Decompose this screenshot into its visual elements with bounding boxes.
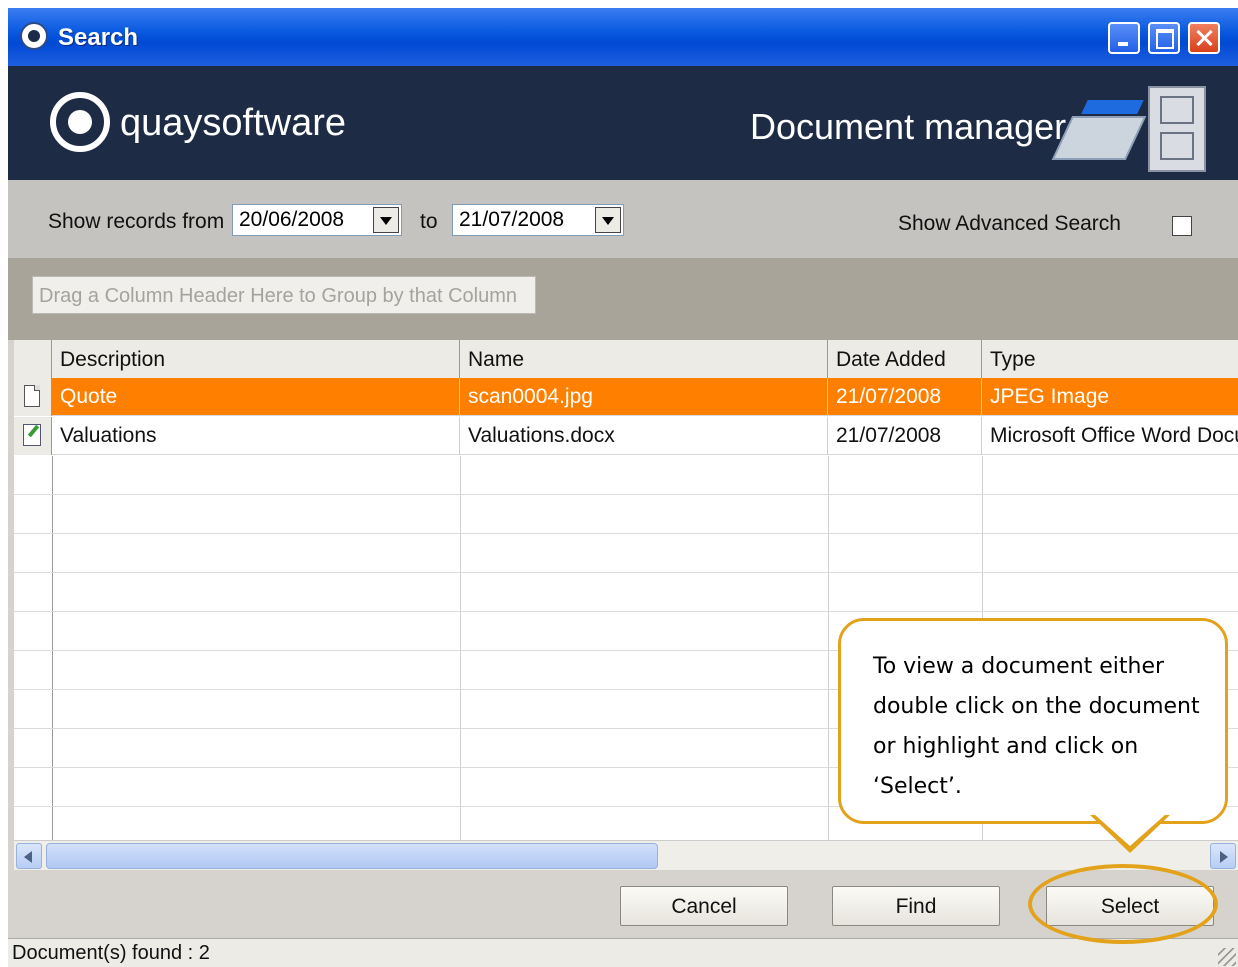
filter-bar: Show records from 20/06/2008 to 21/07/20… — [8, 180, 1238, 258]
instruction-callout: To view a document either double click o… — [838, 618, 1228, 824]
grid-line — [14, 572, 1238, 573]
column-header-label: Type — [990, 348, 1036, 371]
cell-text: JPEG Image — [990, 385, 1110, 408]
filing-cabinet-icon — [1148, 86, 1206, 172]
cell-text: scan0004.jpg — [468, 385, 593, 408]
from-date-picker[interactable]: 20/06/2008 — [232, 204, 402, 236]
cell-date-added[interactable]: 21/07/2008 — [828, 378, 982, 416]
cell-description[interactable]: Quote — [52, 378, 460, 416]
app-icon — [20, 22, 48, 50]
title-bar[interactable]: Search — [8, 8, 1238, 66]
resize-grip-icon[interactable] — [1218, 948, 1236, 966]
find-button-label: Find — [895, 895, 937, 918]
cell-type[interactable]: JPEG Image — [982, 378, 1238, 416]
grid-header: Description Name Date Added Type — [14, 340, 1238, 379]
cell-text: Valuations.docx — [468, 424, 615, 447]
column-header-type[interactable]: Type — [982, 340, 1238, 378]
column-header-label: Description — [60, 348, 166, 371]
find-button[interactable]: Find — [832, 886, 1000, 926]
cell-text: Quote — [60, 385, 118, 408]
column-header-name[interactable]: Name — [460, 340, 828, 378]
column-header-description[interactable]: Description — [52, 340, 460, 378]
column-header-label: Date Added — [836, 348, 946, 371]
column-header-label: Name — [468, 348, 525, 371]
cell-type[interactable]: Microsoft Office Word Docu — [982, 417, 1238, 455]
from-label: Show records from — [48, 210, 225, 233]
cell-text: Microsoft Office Word Docu — [990, 424, 1238, 447]
to-date-picker[interactable]: 21/07/2008 — [452, 204, 624, 236]
grid-line — [14, 533, 1238, 534]
maximize-button[interactable] — [1148, 22, 1180, 54]
chevron-down-icon[interactable] — [373, 207, 399, 233]
cancel-button[interactable]: Cancel — [620, 886, 788, 926]
status-text: Document(s) found : 2 — [12, 942, 210, 964]
horizontal-scrollbar[interactable] — [14, 840, 1238, 871]
cell-description[interactable]: Valuations — [52, 417, 460, 455]
grid-line — [14, 494, 1238, 495]
window-title: Search — [58, 24, 139, 51]
to-date-value: 21/07/2008 — [459, 208, 565, 231]
row-header-divider — [52, 456, 53, 840]
cell-text: 21/07/2008 — [836, 424, 942, 447]
cell-text: 21/07/2008 — [836, 385, 942, 408]
table-row[interactable]: Valuations Valuations.docx 21/07/2008 Mi… — [14, 417, 1238, 455]
cell-name[interactable]: Valuations.docx — [460, 417, 828, 455]
select-highlight-ring — [1028, 864, 1218, 944]
scroll-right-icon[interactable] — [1210, 843, 1236, 869]
banner-heading: Document manager — [750, 106, 1067, 147]
cell-date-added[interactable]: 21/07/2008 — [828, 417, 982, 455]
chevron-down-icon[interactable] — [595, 207, 621, 233]
row-header-corner — [14, 340, 52, 378]
status-bar: Document(s) found : 2 — [8, 938, 1238, 967]
grid-line — [14, 611, 1238, 612]
from-date-value: 20/06/2008 — [239, 208, 345, 231]
column-divider — [460, 456, 461, 840]
header-banner: quaysoftware Document manager — [8, 66, 1238, 180]
logo-text: quaysoftware — [120, 102, 347, 144]
advanced-search-label: Show Advanced Search — [898, 212, 1121, 235]
scroll-left-icon[interactable] — [16, 843, 42, 869]
row-header — [14, 378, 52, 416]
group-by-hint: Drag a Column Header Here to Group by th… — [39, 285, 518, 307]
cell-text: Valuations — [60, 424, 157, 447]
callout-text: To view a document either double click o… — [873, 654, 1200, 799]
table-row[interactable]: Quote scan0004.jpg 21/07/2008 JPEG Image — [14, 378, 1238, 416]
to-label: to — [420, 210, 438, 233]
column-header-date-added[interactable]: Date Added — [828, 340, 982, 378]
callout-pointer-fill — [1094, 814, 1166, 846]
group-by-box[interactable]: Drag a Column Header Here to Group by th… — [32, 276, 536, 314]
edit-document-icon — [23, 424, 41, 446]
column-divider — [828, 456, 829, 840]
close-button[interactable] — [1188, 22, 1220, 54]
advanced-search-checkbox[interactable] — [1172, 216, 1192, 236]
document-icon — [24, 385, 40, 407]
cancel-button-label: Cancel — [671, 895, 737, 918]
scrollbar-thumb[interactable] — [46, 843, 658, 869]
minimize-button[interactable] — [1108, 22, 1140, 54]
cell-name[interactable]: scan0004.jpg — [460, 378, 828, 416]
row-header — [14, 417, 52, 455]
quaysoftware-logo-icon — [50, 92, 110, 152]
group-by-area[interactable]: Drag a Column Header Here to Group by th… — [8, 258, 1238, 340]
